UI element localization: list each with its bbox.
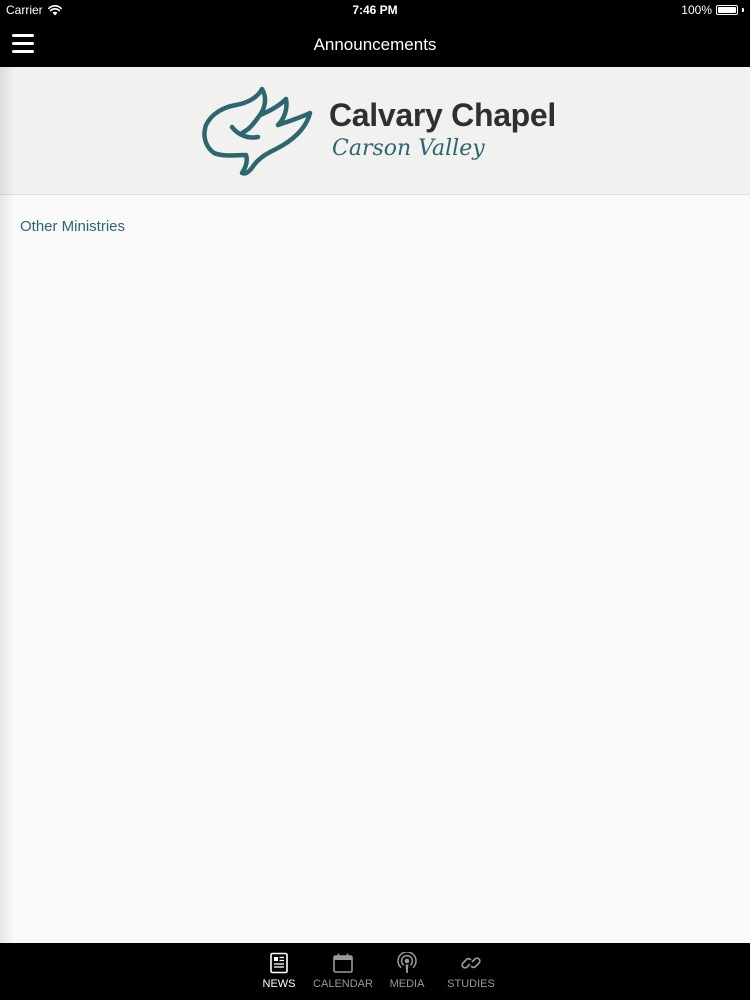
app-screen: Carrier 7:46 PM 100% Announcements Calva… <box>0 0 750 1000</box>
church-name: Calvary Chapel <box>329 97 557 133</box>
tab-label: STUDIES <box>447 978 495 990</box>
link-icon <box>461 957 481 969</box>
dove-icon <box>202 86 313 176</box>
tab-label: MEDIA <box>389 978 425 990</box>
bottom-tab-bar: NEWS CALENDAR MEDIA STUDIES <box>0 943 750 1000</box>
other-ministries-link[interactable]: Other Ministries <box>20 218 125 235</box>
news-icon <box>270 952 288 974</box>
announcements-content: Other Ministries <box>0 195 750 943</box>
status-time: 7:46 PM <box>352 3 398 17</box>
navigation-bar: Announcements <box>0 22 750 67</box>
status-right: 100% <box>681 3 744 17</box>
tab-media[interactable]: MEDIA <box>376 943 438 1000</box>
status-bar: Carrier 7:46 PM 100% <box>0 0 750 22</box>
battery-icon <box>716 5 738 15</box>
logo-banner: Calvary Chapel Carson Valley <box>0 67 750 195</box>
calendar-icon <box>333 953 353 973</box>
battery-fill <box>718 7 736 13</box>
tab-news[interactable]: NEWS <box>248 943 310 1000</box>
battery-tip <box>742 8 744 12</box>
podcast-icon <box>397 952 417 973</box>
church-location: Carson Valley <box>332 136 485 161</box>
tab-studies[interactable]: STUDIES <box>440 943 502 1000</box>
page-title: Announcements <box>313 35 437 54</box>
tab-label: CALENDAR <box>313 978 373 990</box>
tab-label: NEWS <box>262 978 296 990</box>
battery-percent: 100% <box>681 3 712 17</box>
tab-calendar[interactable]: CALENDAR <box>312 943 374 1000</box>
